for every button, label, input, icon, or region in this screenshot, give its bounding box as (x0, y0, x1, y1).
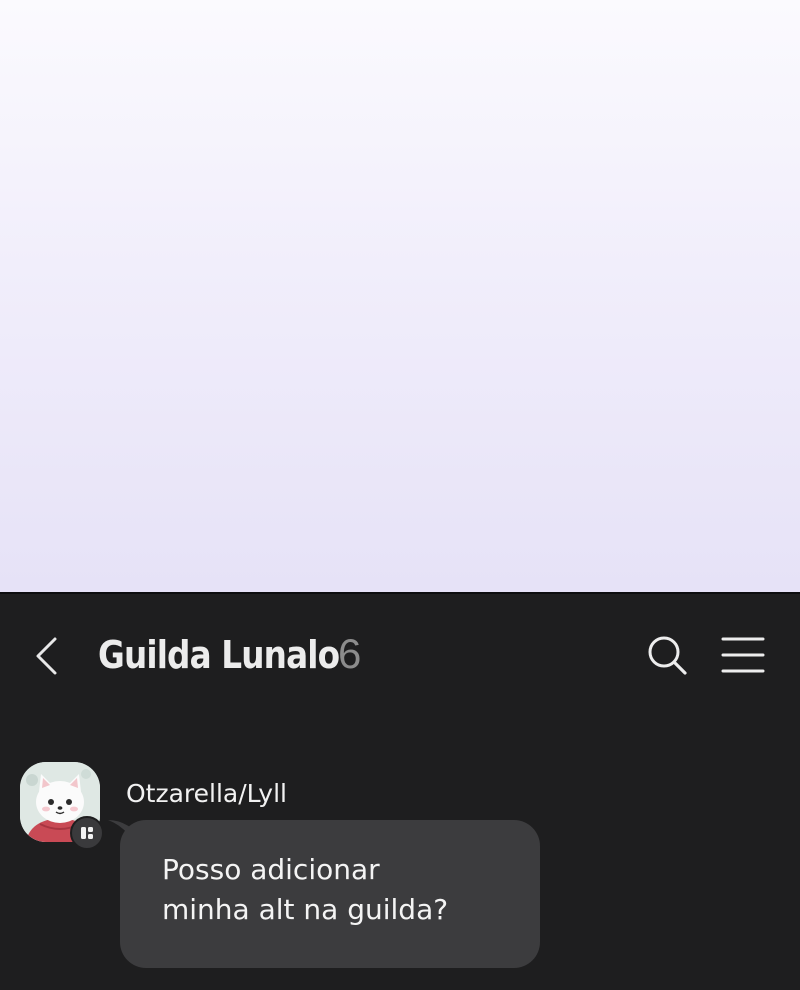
member-count: 6 (338, 630, 362, 677)
chat-title: Guilda Lunalo 6 (98, 630, 361, 678)
group-name: Guilda Lunalo (98, 633, 340, 677)
search-button[interactable] (644, 632, 690, 678)
sender-name: Otzarella/Lyll (126, 779, 287, 808)
app-badge (70, 816, 104, 850)
message-text: Posso adicionar minha alt na guilda? (162, 853, 449, 926)
chat-screen: Guilda Lunalo 6 Otzarella/Lyll Posso adi… (0, 594, 800, 990)
hamburger-menu-icon (721, 637, 765, 673)
chat-header: Guilda Lunalo 6 (0, 594, 800, 718)
message-bubble[interactable]: Posso adicionar minha alt na guilda? (120, 820, 540, 968)
search-icon (648, 636, 687, 675)
chevron-left-icon (36, 637, 57, 675)
back-button[interactable] (28, 634, 64, 678)
menu-button[interactable] (718, 634, 768, 676)
image-content-area (0, 0, 800, 592)
app-badge-icon (81, 827, 93, 839)
